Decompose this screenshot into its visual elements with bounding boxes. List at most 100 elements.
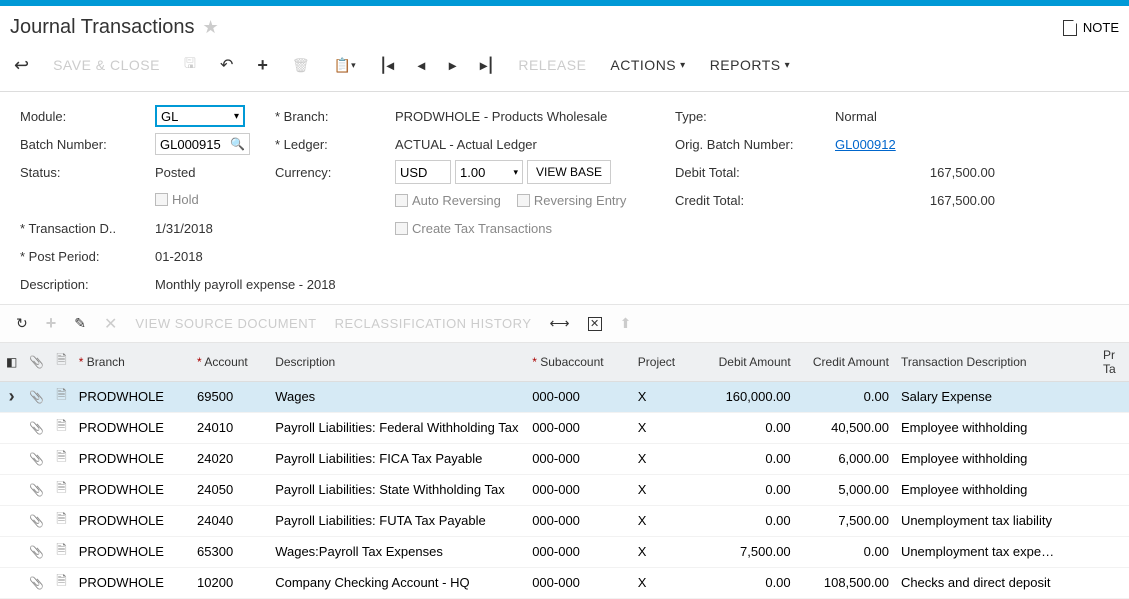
document-icon[interactable] bbox=[56, 449, 66, 464]
cell-transaction-description[interactable]: Salary Expense bbox=[895, 381, 1097, 412]
cell-debit[interactable]: 0.00 bbox=[700, 443, 796, 474]
cell-credit[interactable]: 5,000.00 bbox=[797, 474, 895, 505]
document-icon[interactable] bbox=[56, 511, 66, 526]
cell-project[interactable]: X bbox=[632, 567, 700, 598]
prev-record-icon[interactable]: ◂ bbox=[418, 57, 425, 74]
cell-project[interactable]: X bbox=[632, 412, 700, 443]
entries-grid[interactable]: ◧ Branch Account Description Subaccount … bbox=[0, 343, 1129, 599]
cell-subaccount[interactable]: 000-000 bbox=[526, 505, 632, 536]
cell-account[interactable]: 24020 bbox=[191, 443, 269, 474]
cell-account[interactable]: 24040 bbox=[191, 505, 269, 536]
delete-icon[interactable]: 🗑 bbox=[292, 57, 310, 74]
cell-subaccount[interactable]: 000-000 bbox=[526, 474, 632, 505]
table-row[interactable]: PRODWHOLE24040Payroll Liabilities: FUTA … bbox=[0, 505, 1129, 536]
attachment-icon[interactable] bbox=[29, 389, 44, 404]
table-row[interactable]: PRODWHOLE24020Payroll Liabilities: FICA … bbox=[0, 443, 1129, 474]
cell-debit[interactable]: 160,000.00 bbox=[700, 381, 796, 412]
cell-transaction-description[interactable]: Employee withholding bbox=[895, 412, 1097, 443]
cell-credit[interactable]: 7,500.00 bbox=[797, 505, 895, 536]
cell-subaccount[interactable]: 000-000 bbox=[526, 536, 632, 567]
cell-project[interactable]: X bbox=[632, 381, 700, 412]
col-document[interactable] bbox=[50, 343, 72, 381]
cell-branch[interactable]: PRODWHOLE bbox=[73, 536, 191, 567]
back-arrow-icon[interactable]: ↩ bbox=[14, 55, 29, 76]
attachment-icon[interactable] bbox=[29, 513, 44, 528]
cell-branch[interactable]: PRODWHOLE bbox=[73, 567, 191, 598]
cell-description[interactable]: Wages:Payroll Tax Expenses bbox=[269, 536, 526, 567]
cell-transaction-description[interactable]: Checks and direct deposit bbox=[895, 567, 1097, 598]
cell-credit[interactable]: 6,000.00 bbox=[797, 443, 895, 474]
cell-description[interactable]: Payroll Liabilities: FUTA Tax Payable bbox=[269, 505, 526, 536]
col-account[interactable]: Account bbox=[191, 343, 269, 381]
batch-lookup[interactable]: GL000915🔍 bbox=[155, 133, 250, 155]
col-branch[interactable]: Branch bbox=[73, 343, 191, 381]
grid-export-icon[interactable]: ✕ bbox=[588, 317, 602, 331]
release-button[interactable]: RELEASE bbox=[518, 57, 586, 73]
grid-delete-icon[interactable]: ✕ bbox=[104, 314, 117, 334]
cell-transaction-description[interactable]: Unemployment tax liability bbox=[895, 505, 1097, 536]
currency-rate-select[interactable]: 1.00▾ bbox=[455, 160, 523, 184]
cell-account[interactable]: 24050 bbox=[191, 474, 269, 505]
table-row[interactable]: PRODWHOLE24010Payroll Liabilities: Feder… bbox=[0, 412, 1129, 443]
col-subaccount[interactable]: Subaccount bbox=[526, 343, 632, 381]
cell-debit[interactable]: 0.00 bbox=[700, 567, 796, 598]
col-selector[interactable]: ◧ bbox=[0, 343, 23, 381]
table-row[interactable]: PRODWHOLE10200Company Checking Account -… bbox=[0, 567, 1129, 598]
hold-checkbox[interactable]: Hold bbox=[155, 192, 199, 207]
favorite-star-icon[interactable]: ★ bbox=[203, 17, 219, 38]
save-icon[interactable]: 🖫 bbox=[184, 53, 196, 77]
attachment-icon[interactable] bbox=[29, 420, 44, 435]
actions-dropdown[interactable]: ACTIONS bbox=[610, 57, 685, 73]
cell-transaction-description[interactable]: Unemployment tax expe… bbox=[895, 536, 1097, 567]
cell-credit[interactable]: 0.00 bbox=[797, 381, 895, 412]
cell-description[interactable]: Payroll Liabilities: Federal Withholding… bbox=[269, 412, 526, 443]
cell-transaction-description[interactable]: Employee withholding bbox=[895, 474, 1097, 505]
table-row[interactable]: PRODWHOLE65300Wages:Payroll Tax Expenses… bbox=[0, 536, 1129, 567]
cell-credit[interactable]: 40,500.00 bbox=[797, 412, 895, 443]
cell-account[interactable]: 65300 bbox=[191, 536, 269, 567]
cell-project[interactable]: X bbox=[632, 443, 700, 474]
grid-fit-icon[interactable]: ⟷ bbox=[550, 315, 570, 332]
cell-credit[interactable]: 0.00 bbox=[797, 536, 895, 567]
cell-project[interactable]: X bbox=[632, 505, 700, 536]
reclassification-history-button[interactable]: RECLASSIFICATION HISTORY bbox=[335, 316, 532, 331]
auto-reversing-checkbox[interactable]: Auto Reversing bbox=[395, 193, 501, 208]
reversing-entry-checkbox[interactable]: Reversing Entry bbox=[517, 193, 626, 208]
cell-description[interactable]: Payroll Liabilities: FICA Tax Payable bbox=[269, 443, 526, 474]
cell-branch[interactable]: PRODWHOLE bbox=[73, 412, 191, 443]
view-base-button[interactable]: VIEW BASE bbox=[527, 160, 611, 184]
col-debit[interactable]: Debit Amount bbox=[700, 343, 796, 381]
grid-upload-icon[interactable]: ⬆ bbox=[620, 315, 632, 332]
cell-branch[interactable]: PRODWHOLE bbox=[73, 505, 191, 536]
orig-batch-link[interactable]: GL000912 bbox=[835, 137, 896, 152]
cell-subaccount[interactable]: 000-000 bbox=[526, 381, 632, 412]
notes-icon[interactable] bbox=[1063, 20, 1077, 36]
last-record-icon[interactable]: ▸⎮ bbox=[480, 57, 494, 74]
clipboard-dropdown-icon[interactable]: 📋▾ bbox=[334, 57, 356, 74]
document-icon[interactable] bbox=[56, 542, 66, 557]
cell-project[interactable]: X bbox=[632, 536, 700, 567]
cell-description[interactable]: Payroll Liabilities: State Withholding T… bbox=[269, 474, 526, 505]
col-project[interactable]: Project bbox=[632, 343, 700, 381]
create-tax-checkbox[interactable]: Create Tax Transactions bbox=[395, 221, 552, 236]
next-record-icon[interactable]: ▸ bbox=[449, 57, 456, 74]
table-row[interactable]: PRODWHOLE69500Wages000-000X160,000.000.0… bbox=[0, 381, 1129, 412]
cell-branch[interactable]: PRODWHOLE bbox=[73, 474, 191, 505]
table-row[interactable]: PRODWHOLE24050Payroll Liabilities: State… bbox=[0, 474, 1129, 505]
col-transaction-description[interactable]: Transaction Description bbox=[895, 343, 1097, 381]
cell-account[interactable]: 69500 bbox=[191, 381, 269, 412]
grid-refresh-icon[interactable]: ↻ bbox=[16, 315, 28, 332]
cell-project[interactable]: X bbox=[632, 474, 700, 505]
add-icon[interactable]: + bbox=[257, 55, 268, 76]
cell-subaccount[interactable]: 000-000 bbox=[526, 567, 632, 598]
cell-account[interactable]: 24010 bbox=[191, 412, 269, 443]
cell-account[interactable]: 10200 bbox=[191, 567, 269, 598]
first-record-icon[interactable]: ⎮◂ bbox=[380, 57, 394, 74]
attachment-icon[interactable] bbox=[29, 544, 44, 559]
view-source-document-button[interactable]: VIEW SOURCE DOCUMENT bbox=[135, 316, 316, 331]
col-project-task[interactable]: PrTa bbox=[1097, 343, 1129, 381]
module-select[interactable]: GL▾ bbox=[155, 105, 245, 127]
reports-dropdown[interactable]: REPORTS bbox=[710, 57, 790, 73]
cell-debit[interactable]: 7,500.00 bbox=[700, 536, 796, 567]
document-icon[interactable] bbox=[56, 418, 66, 433]
